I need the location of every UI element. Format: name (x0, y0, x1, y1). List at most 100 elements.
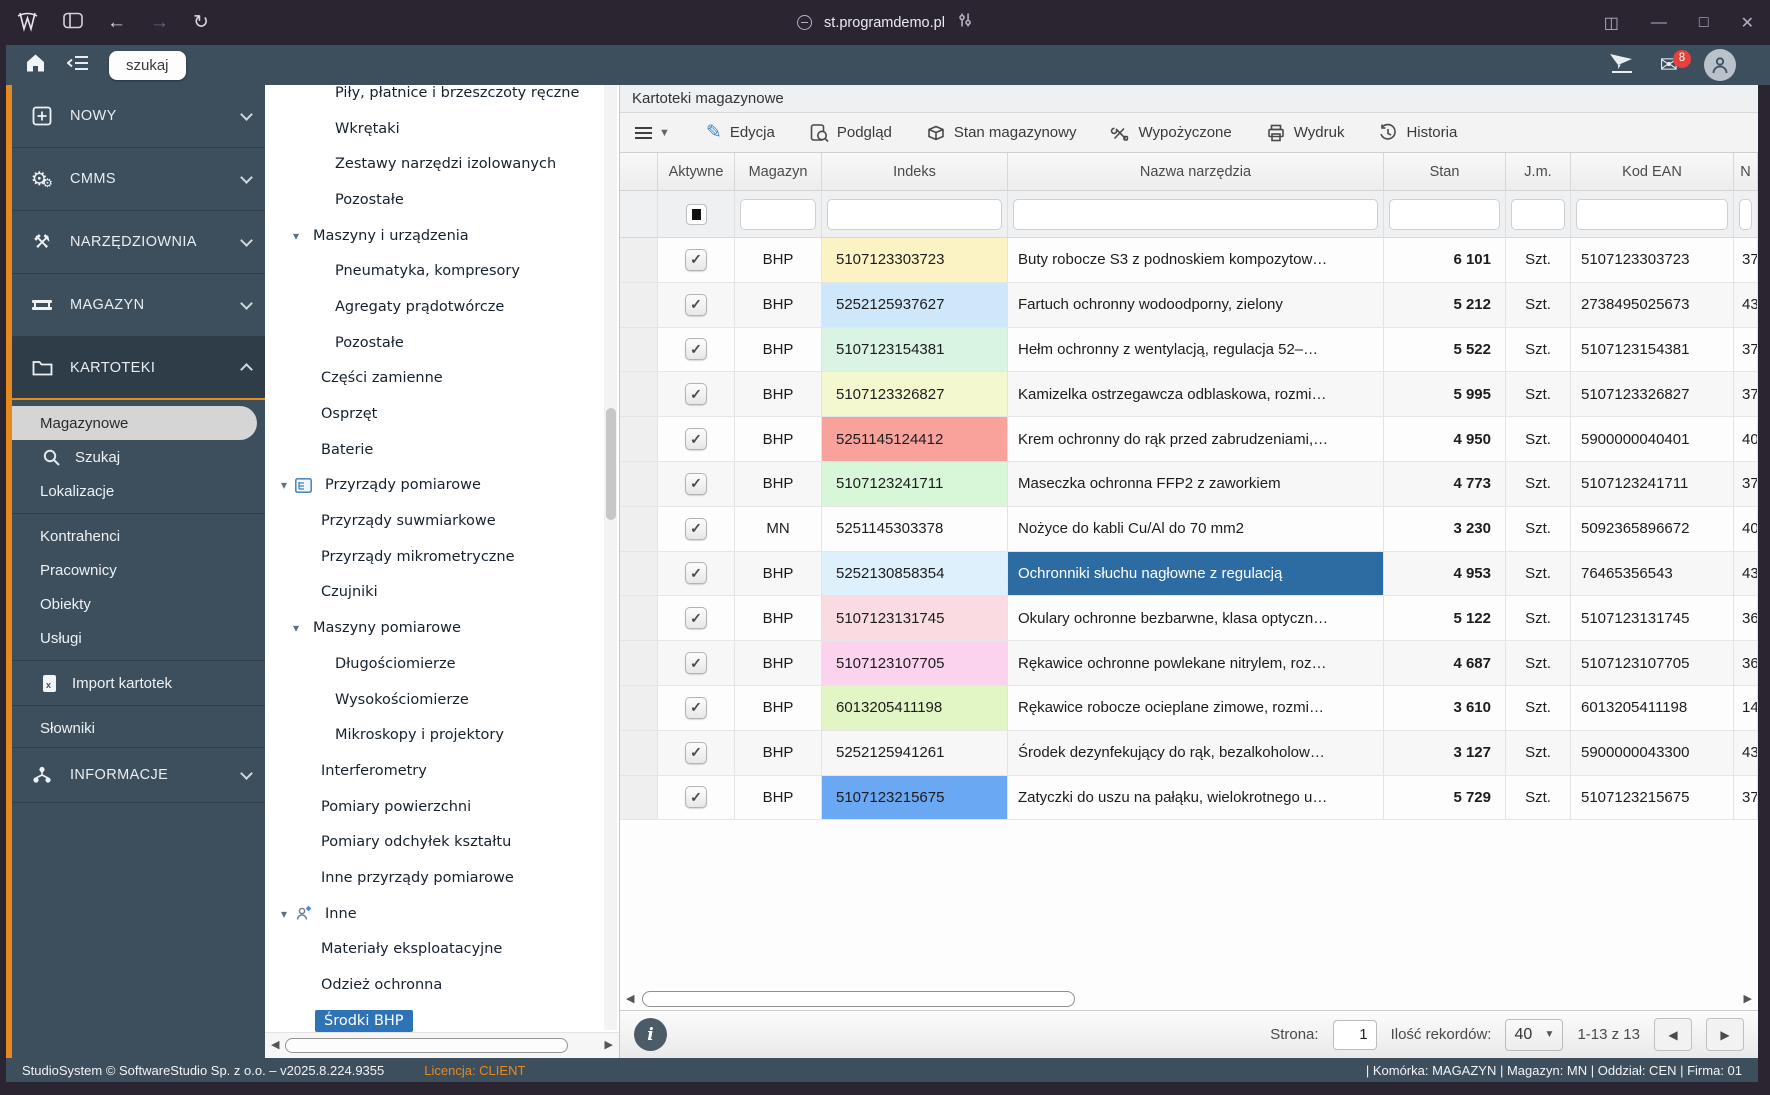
row-selector-cell[interactable] (620, 328, 658, 372)
user-avatar[interactable] (1704, 49, 1736, 81)
search-button[interactable]: szukaj (109, 51, 186, 80)
tree-item[interactable]: Wysokościomierze (265, 682, 619, 718)
nazwa-cell[interactable]: Nożyce do kabli Cu/Al do 70 mm2 (1008, 507, 1384, 551)
nazwa-cell[interactable]: Krem ochronny do rąk przed zabrudzeniami… (1008, 417, 1384, 461)
active-cell[interactable] (658, 462, 735, 506)
tree-item[interactable]: ▾ Przyrządy pomiarowe (265, 468, 619, 504)
table-row[interactable]: BHP 5107123241711 Maseczka ochronna FFP2… (620, 462, 1758, 507)
sidebar-item-informacje[interactable]: INFORMACJE (12, 747, 265, 803)
stan-filter-input[interactable] (1389, 199, 1500, 230)
column-header[interactable] (620, 153, 658, 191)
tree-item[interactable]: Mikroskopy i projektory (265, 717, 619, 753)
tree-vertical-scrollbar[interactable] (604, 85, 617, 1030)
print-button[interactable]: Wydruk (1254, 118, 1357, 148)
active-cell[interactable] (658, 731, 735, 775)
tree-item[interactable]: Pneumatyka, kompresory (265, 253, 619, 289)
filter-cell-magazyn[interactable] (735, 191, 822, 237)
filter-cell-indeks[interactable] (822, 191, 1008, 237)
column-header-jm[interactable]: J.m. (1506, 153, 1571, 191)
tree-item[interactable]: Pozostałe (265, 325, 619, 361)
minimize-icon[interactable]: — (1651, 14, 1667, 32)
tree-item[interactable]: Zestawy narzędzi izolowanych (265, 146, 619, 182)
magazyn-filter-input[interactable] (740, 199, 816, 230)
active-checkbox[interactable] (685, 473, 707, 495)
sidebar-item-magazyn[interactable]: MAGAZYN (12, 274, 265, 337)
tree-item[interactable]: Agregaty prądotwórcze (265, 289, 619, 325)
column-header-partial[interactable]: N (1734, 153, 1758, 191)
tab-overview-icon[interactable] (63, 12, 83, 33)
nazwa-cell[interactable]: Środek dezynfekujący do rąk, bezalkoholo… (1008, 731, 1384, 775)
active-cell[interactable] (658, 641, 735, 685)
row-selector-cell[interactable] (620, 596, 658, 640)
active-checkbox[interactable] (685, 338, 707, 360)
table-row[interactable]: BHP 5107123215675 Zatyczki do uszu na pa… (620, 776, 1758, 821)
tree-item[interactable]: Interferometry (265, 753, 619, 789)
reload-icon[interactable]: ↻ (193, 13, 209, 32)
row-selector-cell[interactable] (620, 641, 658, 685)
tree-expand-arrow[interactable]: ▾ (281, 907, 287, 921)
filter-cell-partial[interactable] (1734, 191, 1758, 237)
column-header-aktywne[interactable]: Aktywne (658, 153, 735, 191)
sidebar-subitem[interactable]: Szukaj (12, 440, 265, 474)
nazwa-cell[interactable]: Rękawice robocze ocieplane zimowe, rozmi… (1008, 686, 1384, 730)
page-input[interactable] (1333, 1020, 1377, 1050)
tree-item[interactable]: Osprzęt (265, 396, 619, 432)
active-cell[interactable] (658, 372, 735, 416)
tree-item[interactable]: Odzież ochronna (265, 967, 619, 1003)
tree-item[interactable]: Długościomierze (265, 646, 619, 682)
active-cell[interactable] (658, 686, 735, 730)
table-row[interactable]: BHP 5107123303723 Buty robocze S3 z podn… (620, 238, 1758, 283)
partial-filter-input[interactable] (1739, 199, 1752, 230)
row-selector-cell[interactable] (620, 372, 658, 416)
close-icon[interactable]: ✕ (1741, 13, 1754, 33)
row-selector-cell[interactable] (620, 552, 658, 596)
active-cell[interactable] (658, 417, 735, 461)
sidebar-subitem[interactable]: Magazynowe (12, 406, 257, 440)
active-checkbox[interactable] (685, 249, 707, 271)
active-checkbox[interactable] (685, 742, 707, 764)
sidebar-item-narzedziownia[interactable]: ⚒ NARZĘDZIOWNIA (12, 211, 265, 274)
filter-cell-ean[interactable] (1571, 191, 1734, 237)
next-page-button[interactable]: ▶ (1706, 1018, 1744, 1051)
history-button[interactable]: Historia (1366, 118, 1469, 148)
table-row[interactable]: MN 5251145303378 Nożyce do kabli Cu/Al d… (620, 507, 1758, 552)
row-selector-cell[interactable] (620, 507, 658, 551)
table-row[interactable]: BHP 5107123131745 Okulary ochronne bezba… (620, 596, 1758, 641)
column-header-ean[interactable]: Kod EAN (1571, 153, 1734, 191)
row-selector-cell[interactable] (620, 462, 658, 506)
row-selector-cell[interactable] (620, 417, 658, 461)
active-cell[interactable] (658, 238, 735, 282)
tree-item[interactable]: Przyrządy mikrometryczne (265, 539, 619, 575)
maximize-icon[interactable]: □ (1699, 14, 1709, 32)
filter-cell-stan[interactable] (1384, 191, 1506, 237)
active-checkbox[interactable] (685, 786, 707, 808)
table-row[interactable]: BHP 5252125937627 Fartuch ochronny wodoo… (620, 283, 1758, 328)
active-checkbox[interactable] (685, 652, 707, 674)
tree-item[interactable]: ▾ Maszyny i urządzenia (265, 218, 619, 254)
active-cell[interactable] (658, 507, 735, 551)
split-window-icon[interactable]: ◫ (1604, 13, 1619, 33)
nazwa-cell[interactable]: Hełm ochronny z wentylacją, regulacja 52… (1008, 328, 1384, 372)
row-selector-cell[interactable] (620, 686, 658, 730)
active-cell[interactable] (658, 328, 735, 372)
send-plane-icon[interactable] (1608, 52, 1634, 79)
row-selector-cell[interactable] (620, 731, 658, 775)
nazwa-cell[interactable]: Rękawice ochronne powlekane nitrylem, ro… (1008, 641, 1384, 685)
nazwa-cell[interactable]: Okulary ochronne bezbarwne, klasa optycz… (1008, 596, 1384, 640)
address-bar[interactable]: st.programdemo.pl (797, 0, 973, 45)
site-info-icon[interactable] (797, 15, 812, 30)
sidebar-subitem[interactable]: x Import kartotek (12, 666, 265, 700)
tree-horizontal-scrollbar[interactable]: ◀ ▶ (265, 1032, 619, 1058)
nazwa-cell[interactable]: Kamizelka ostrzegawcza odblaskowa, rozmi… (1008, 372, 1384, 416)
tree-item[interactable]: Czujniki (265, 575, 619, 611)
tree-item[interactable]: Piły, płatnice i brzeszczoty ręczne (265, 85, 619, 111)
scroll-left-icon[interactable]: ◀ (271, 1040, 279, 1051)
active-checkbox[interactable] (685, 607, 707, 629)
scroll-left-icon[interactable]: ◀ (626, 994, 634, 1005)
tree-expand-arrow[interactable]: ▾ (293, 229, 299, 243)
tree-item[interactable]: Przyrządy suwmiarkowe (265, 503, 619, 539)
active-checkbox[interactable] (685, 383, 707, 405)
tree-expand-arrow[interactable]: ▾ (293, 621, 299, 635)
tree-item[interactable]: Materiały eksploatacyjne (265, 932, 619, 968)
table-row[interactable]: BHP 5107123154381 Hełm ochronny z wentyl… (620, 328, 1758, 373)
